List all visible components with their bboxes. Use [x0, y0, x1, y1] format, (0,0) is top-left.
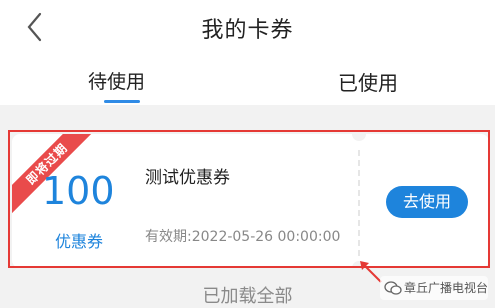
- coupon-name: 测试优惠券: [145, 168, 230, 188]
- coupon-divider: [358, 150, 360, 256]
- watermark-text: 章丘广播电视台: [404, 281, 489, 295]
- tab-unused[interactable]: 待使用: [88, 67, 145, 94]
- top-bar: 我的卡券: [0, 0, 495, 55]
- coupon-expiry: 有效期:2022-05-26 00:00:00: [145, 229, 341, 245]
- use-coupon-button[interactable]: 去使用: [386, 186, 468, 218]
- active-tab-indicator: [104, 100, 140, 103]
- coupon-type-label: 优惠券: [55, 232, 104, 251]
- coupon-notch-top: [352, 127, 366, 141]
- wechat-icon: [384, 281, 402, 295]
- tab-bar: 待使用 已使用: [0, 55, 495, 105]
- coupon-amount: 100: [42, 169, 115, 213]
- page-title: 我的卡券: [201, 18, 294, 43]
- watermark: 章丘广播电视台: [380, 276, 488, 300]
- tab-used[interactable]: 已使用: [338, 67, 398, 96]
